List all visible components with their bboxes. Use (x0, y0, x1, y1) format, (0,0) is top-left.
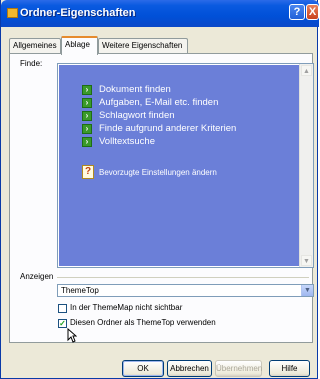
finde-task-pane: › Dokument finden › Aufgaben, E-Mail etc… (57, 63, 314, 268)
vertical-scrollbar[interactable]: ▲ ▼ (299, 64, 313, 267)
green-arrow-icon: › (82, 98, 92, 108)
help-button[interactable]: ? (289, 4, 305, 20)
help-dialog-button[interactable]: Hilfe (269, 360, 310, 377)
checkbox-use-as-themetop[interactable]: ✓ (58, 319, 67, 328)
mouse-cursor-icon (67, 328, 77, 343)
anzeigen-dropdown[interactable]: ThemeTop ▼ (57, 284, 314, 297)
window-title: Ordner-Eigenschaften (20, 7, 136, 19)
tab-allgemeines[interactable]: Allgemeines (9, 38, 61, 53)
task-label: Volltextsuche (99, 136, 155, 147)
cancel-button[interactable]: Abbrechen (167, 360, 212, 377)
help-document-icon: ? (82, 165, 94, 179)
green-arrow-icon: › (82, 85, 92, 95)
checkbox-use-as-themetop-label: Diesen Ordner als ThemeTop verwenden (70, 318, 216, 327)
title-bar[interactable]: Ordner-Eigenschaften ? X (1, 0, 319, 27)
tab-weitere-eigenschaften[interactable]: Weitere Eigenschaften (98, 38, 188, 53)
settings-link-label: Bevorzugte Einstellungen ändern (99, 168, 217, 177)
apply-button[interactable]: Übernehmen (215, 360, 262, 377)
finde-label: Finde: (20, 59, 43, 68)
anzeigen-label: Anzeigen (20, 272, 54, 281)
green-arrow-icon: › (82, 124, 92, 134)
green-arrow-icon: › (82, 137, 92, 147)
task-label: Finde aufgrund anderer Kriterien (99, 123, 237, 134)
close-button[interactable]: X (306, 4, 319, 20)
anzeigen-separator (57, 277, 309, 278)
ok-button[interactable]: OK (122, 360, 164, 377)
folder-icon (7, 8, 18, 18)
checkbox-thememap-hidden[interactable] (58, 304, 67, 313)
tab-ablage[interactable]: Ablage (61, 36, 98, 55)
task-pane-background: › Dokument finden › Aufgaben, E-Mail etc… (59, 65, 300, 266)
scroll-up-arrow-icon[interactable]: ▲ (301, 65, 312, 76)
task-label: Schlagwort finden (99, 110, 175, 121)
chevron-down-icon[interactable]: ▼ (301, 285, 313, 296)
checkbox-thememap-hidden-label: In der ThemeMap nicht sichtbar (70, 303, 183, 312)
task-label: Dokument finden (99, 84, 171, 95)
task-label: Aufgaben, E-Mail etc. finden (99, 97, 219, 108)
properties-dialog: Ordner-Eigenschaften ? X Allgemeines Abl… (0, 0, 319, 379)
scroll-down-arrow-icon[interactable]: ▼ (301, 255, 312, 266)
anzeigen-selected-value: ThemeTop (61, 286, 99, 295)
green-arrow-icon: › (82, 111, 92, 121)
